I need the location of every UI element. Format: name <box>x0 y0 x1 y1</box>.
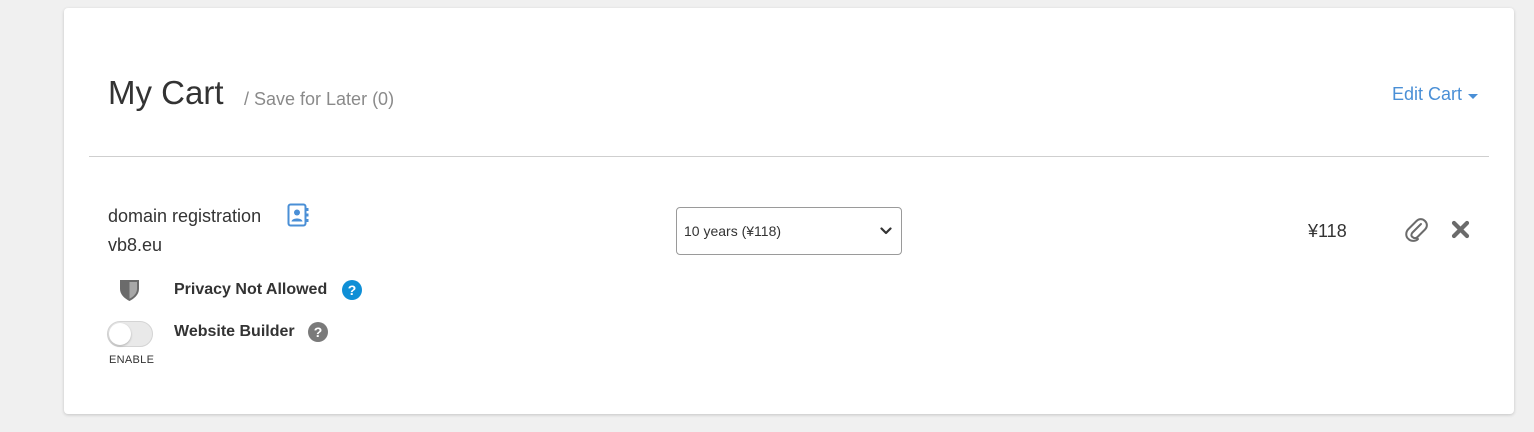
contact-card-icon[interactable] <box>287 203 309 227</box>
chevron-down-icon <box>880 227 892 235</box>
close-x-icon[interactable] <box>1451 220 1470 239</box>
shield-icon <box>120 280 139 301</box>
privacy-help-icon[interactable]: ? <box>342 280 362 300</box>
header-divider <box>89 156 1489 157</box>
edit-cart-label: Edit Cart <box>1391 84 1462 104</box>
term-selected-value: 10 years (¥118) <box>684 223 782 239</box>
toggle-caption: ENABLE <box>109 354 155 366</box>
domain-name: vb8.eu <box>108 235 163 255</box>
privacy-label: Privacy Not Allowed <box>174 281 328 298</box>
website-builder-toggle[interactable] <box>107 321 153 347</box>
term-select[interactable]: 10 years (¥118) <box>676 207 902 255</box>
paperclip-icon[interactable] <box>1404 216 1428 242</box>
cart-card: My Cart / Save for Later (0) Edit Cart d… <box>64 8 1514 414</box>
save-for-later-link[interactable]: / Save for Later (0) <box>244 89 394 110</box>
page-title: My Cart <box>108 74 224 111</box>
toggle-knob <box>109 323 131 345</box>
website-builder-label: Website Builder <box>174 323 295 340</box>
item-price: ¥118 <box>1308 221 1347 241</box>
caret-down-icon <box>1468 94 1478 99</box>
edit-cart-dropdown[interactable]: Edit Cart <box>1392 84 1478 105</box>
product-name: domain registration <box>108 206 262 226</box>
builder-help-icon[interactable]: ? <box>308 322 328 342</box>
